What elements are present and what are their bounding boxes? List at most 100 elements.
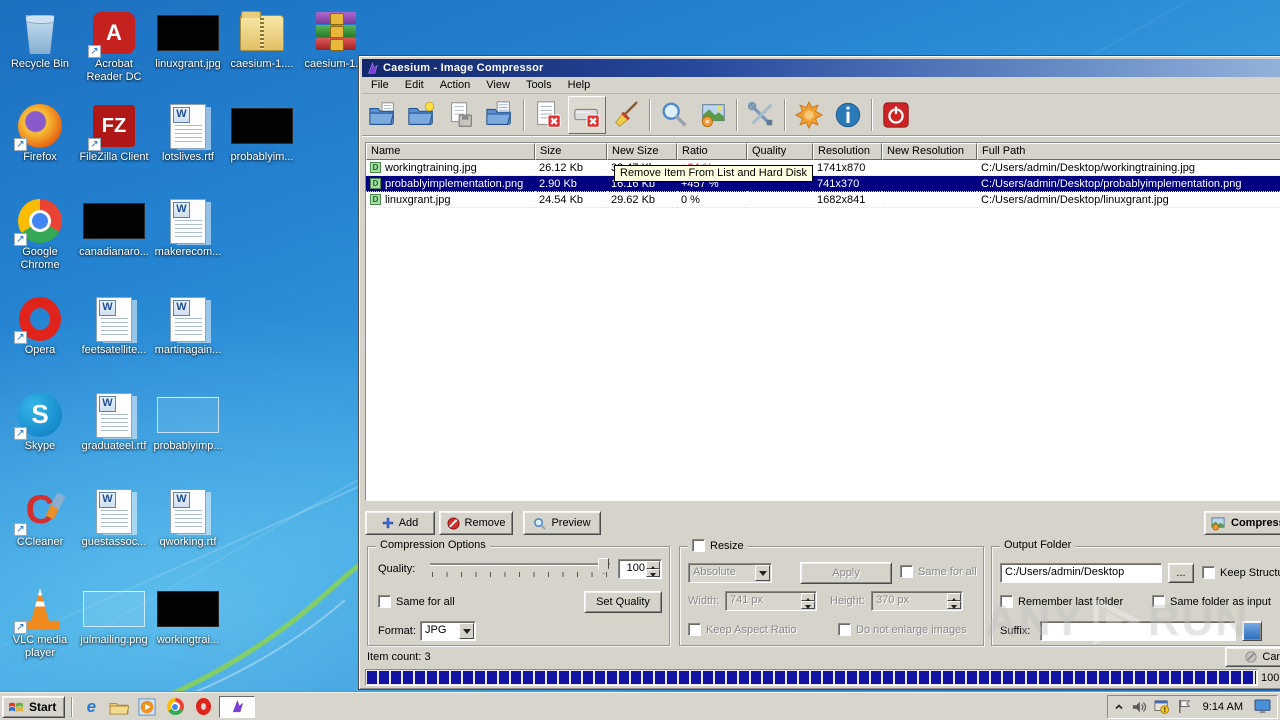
quality-spinbox[interactable]: 100 — [618, 559, 662, 579]
col-resolution[interactable]: Resolution — [813, 143, 882, 160]
desktop-icon[interactable]: probablyimp... — [152, 390, 224, 453]
suffix-input[interactable] — [1040, 621, 1236, 641]
preview-button[interactable] — [655, 96, 693, 134]
browse-button[interactable]: ... — [1168, 563, 1194, 583]
opera-quicklaunch-button[interactable] — [191, 696, 215, 718]
menu-edit[interactable]: Edit — [398, 78, 431, 92]
add-folder-button[interactable] — [403, 96, 441, 134]
col-size[interactable]: Size — [535, 143, 607, 160]
remove-item-disk-button[interactable] — [568, 96, 606, 134]
desktop-icon[interactable]: feetsatellite... — [78, 294, 150, 357]
menu-tools[interactable]: Tools — [519, 78, 559, 92]
desktop-icon[interactable]: guestassoc... — [78, 486, 150, 549]
desktop-icon[interactable]: ↗VLC media player — [4, 584, 76, 660]
height-spinbox[interactable]: 370 px — [871, 591, 963, 611]
exit-button[interactable] — [877, 96, 915, 134]
tools-button[interactable] — [742, 96, 780, 134]
about-button[interactable] — [829, 96, 867, 134]
output-path-input[interactable]: C:/Users/admin/Desktop — [1000, 563, 1162, 583]
col-ratio[interactable]: Ratio — [677, 143, 747, 160]
remove-button[interactable]: Remove — [439, 511, 513, 535]
show-desktop-icon[interactable] — [1254, 699, 1271, 714]
desktop-icon[interactable]: workingtrai... — [152, 584, 224, 647]
same-for-all-checkbox[interactable]: Same for all — [378, 595, 455, 608]
same-folder-as-input-checkbox[interactable]: Same folder as input — [1152, 595, 1271, 608]
clear-list-button[interactable] — [607, 96, 645, 134]
save-list-button[interactable] — [442, 96, 480, 134]
resize-title-checkbox[interactable]: Resize — [688, 539, 748, 552]
width-spinbox[interactable]: 741 px — [725, 591, 817, 611]
open-list-button[interactable] — [481, 96, 519, 134]
desktop-icon[interactable]: lotslives.rtf — [152, 101, 224, 164]
desktop-icon[interactable]: C↗CCleaner — [4, 486, 76, 549]
desktop-icon[interactable]: probablyim... — [226, 101, 298, 164]
remove-item-button[interactable] — [529, 96, 567, 134]
preview-button-bottom[interactable]: Preview — [523, 511, 601, 535]
desktop-icon[interactable]: linuxgrant.jpg — [152, 8, 224, 71]
menu-file[interactable]: File — [364, 78, 396, 92]
start-button[interactable]: Start — [2, 696, 65, 718]
preferences-button[interactable] — [790, 96, 828, 134]
desktop-icon[interactable]: Recycle Bin — [4, 8, 76, 71]
explorer-quicklaunch-button[interactable] — [107, 696, 131, 718]
tray-chevron-icon[interactable] — [1114, 702, 1124, 712]
caesium-task-button[interactable] — [219, 696, 255, 718]
shortcut-arrow-icon: ↗ — [14, 138, 27, 151]
format-dropdown[interactable]: JPG — [420, 621, 476, 641]
compress-button-toolbar[interactable] — [694, 96, 732, 134]
cancel-button[interactable]: Cancel — [1225, 647, 1280, 667]
security-alert-icon[interactable] — [1154, 699, 1170, 714]
desktop-icon[interactable]: makerecom... — [152, 196, 224, 259]
toolbar-separator — [784, 99, 786, 131]
desktop-icon[interactable]: S↗Skype — [4, 390, 76, 453]
menu-action[interactable]: Action — [433, 78, 478, 92]
col-new-size[interactable]: New Size — [607, 143, 677, 160]
set-quality-button[interactable]: Set Quality — [584, 591, 662, 613]
quality-spin-arrows[interactable] — [646, 561, 660, 577]
desktop-icon[interactable]: canadianaro... — [78, 196, 150, 259]
table-row[interactable]: Dprobablyimplementation.png2.90 Kb16.16 … — [366, 176, 1280, 192]
compress-icon — [698, 100, 728, 130]
col-name[interactable]: Name — [366, 143, 535, 160]
ie-quicklaunch-button[interactable]: e — [79, 696, 103, 718]
menu-view[interactable]: View — [479, 78, 517, 92]
add-button[interactable]: Add — [365, 511, 435, 535]
format-dropdown-arrow[interactable] — [459, 623, 474, 639]
do-not-enlarge-checkbox[interactable]: Do not enlarge images — [838, 623, 967, 636]
action-center-flag-icon[interactable] — [1177, 699, 1192, 714]
desktop-icon[interactable]: martinagain... — [152, 294, 224, 357]
desktop-icon[interactable]: julmailing.png — [78, 584, 150, 647]
menu-help[interactable]: Help — [561, 78, 598, 92]
keep-structure-checkbox[interactable]: Keep Structure — [1202, 566, 1280, 579]
desktop-icon[interactable]: qworking.rtf — [152, 486, 224, 549]
keep-aspect-checkbox[interactable]: Keep Aspect Ratio — [688, 623, 797, 636]
volume-icon[interactable] — [1131, 700, 1147, 714]
desktop-icon-label: Google Chrome — [4, 246, 76, 272]
resize-mode-dropdown[interactable]: Absolute — [688, 563, 772, 583]
col-new-resolution[interactable]: New Resolution — [882, 143, 977, 160]
desktop-icon[interactable]: ↗Google Chrome — [4, 196, 76, 272]
resize-same-for-all-checkbox[interactable]: Same for all — [900, 565, 977, 578]
compress-button-main[interactable]: Compress — [1204, 511, 1280, 535]
suffix-apply-button[interactable] — [1242, 621, 1262, 641]
table-row[interactable]: Dworkingtraining.jpg26.12 Kb32.47 Kb+24 … — [366, 160, 1280, 176]
desktop-icon[interactable]: caesium-1.... — [226, 8, 298, 71]
desktop-icon[interactable]: FZ↗FileZilla Client — [78, 101, 150, 164]
desktop-icon[interactable]: ↗Firefox — [4, 101, 76, 164]
desktop-icon-label: Acrobat Reader DC — [78, 58, 150, 84]
chrome-quicklaunch-button[interactable] — [163, 696, 187, 718]
desktop-icon[interactable]: graduateel.rtf — [78, 390, 150, 453]
col-quality[interactable]: Quality — [747, 143, 813, 160]
quality-slider[interactable] — [430, 558, 610, 580]
col-full-path[interactable]: Full Path — [977, 143, 1280, 160]
wmp-quicklaunch-button[interactable] — [135, 696, 159, 718]
open-file-button[interactable] — [364, 96, 402, 134]
apply-button[interactable]: Apply — [800, 562, 892, 584]
table-row[interactable]: Dlinuxgrant.jpg24.54 Kb29.62 Kb0 %1682x8… — [366, 192, 1280, 208]
desktop-icon[interactable]: ↗Opera — [4, 294, 76, 357]
desktop-icon-label: julmailing.png — [78, 634, 150, 647]
remember-last-folder-checkbox[interactable]: Remember last folder — [1000, 595, 1123, 608]
titlebar[interactable]: Caesium - Image Compressor — [362, 59, 1280, 77]
desktop-icon[interactable]: A↗Acrobat Reader DC — [78, 8, 150, 84]
file-table[interactable]: Name Size New Size Ratio Quality Resolut… — [365, 142, 1280, 501]
